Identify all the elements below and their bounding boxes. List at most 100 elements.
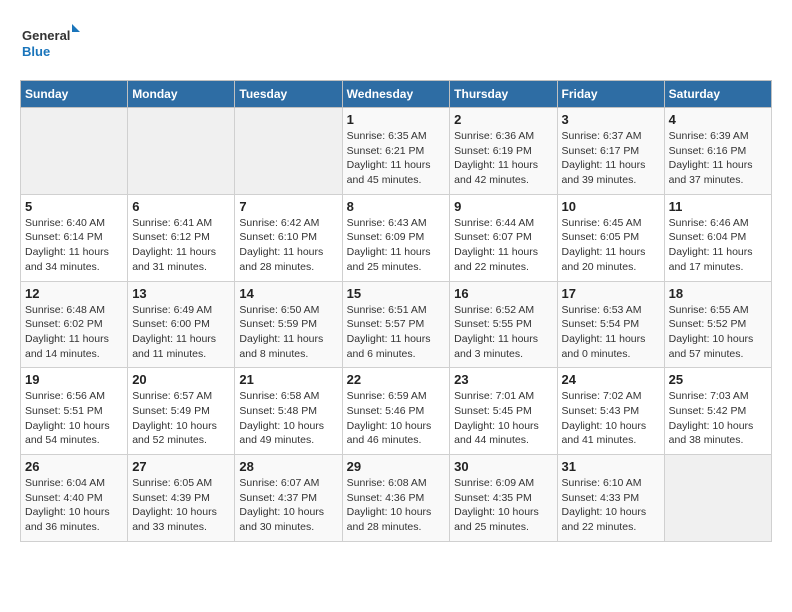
calendar-cell: 13 Sunrise: 6:49 AM Sunset: 6:00 PM Dayli… <box>128 281 235 368</box>
day-info: Sunrise: 6:41 AM Sunset: 6:12 PM Dayligh… <box>132 216 230 275</box>
day-info: Sunrise: 6:36 AM Sunset: 6:19 PM Dayligh… <box>454 129 552 188</box>
day-info: Sunrise: 6:40 AM Sunset: 6:14 PM Dayligh… <box>25 216 123 275</box>
calendar-cell <box>235 108 342 195</box>
day-info: Sunrise: 6:52 AM Sunset: 5:55 PM Dayligh… <box>454 303 552 362</box>
svg-text:General: General <box>22 28 70 43</box>
calendar-cell: 21 Sunrise: 6:58 AM Sunset: 5:48 PM Dayli… <box>235 368 342 455</box>
calendar-cell: 30 Sunrise: 6:09 AM Sunset: 4:35 PM Dayli… <box>450 455 557 542</box>
day-info: Sunrise: 6:59 AM Sunset: 5:46 PM Dayligh… <box>347 389 446 448</box>
day-number: 22 <box>347 372 446 387</box>
weekday-thursday: Thursday <box>450 81 557 108</box>
day-info: Sunrise: 6:35 AM Sunset: 6:21 PM Dayligh… <box>347 129 446 188</box>
day-number: 24 <box>562 372 660 387</box>
weekday-saturday: Saturday <box>664 81 771 108</box>
day-info: Sunrise: 6:44 AM Sunset: 6:07 PM Dayligh… <box>454 216 552 275</box>
calendar-cell: 22 Sunrise: 6:59 AM Sunset: 5:46 PM Dayli… <box>342 368 450 455</box>
day-info: Sunrise: 6:55 AM Sunset: 5:52 PM Dayligh… <box>669 303 767 362</box>
day-info: Sunrise: 6:08 AM Sunset: 4:36 PM Dayligh… <box>347 476 446 535</box>
calendar-cell: 29 Sunrise: 6:08 AM Sunset: 4:36 PM Dayli… <box>342 455 450 542</box>
day-number: 14 <box>239 286 337 301</box>
day-info: Sunrise: 6:49 AM Sunset: 6:00 PM Dayligh… <box>132 303 230 362</box>
calendar-cell: 17Sunrise: 6:53 AM Sunset: 5:54 PM Dayli… <box>557 281 664 368</box>
day-number: 13 <box>132 286 230 301</box>
weekday-sunday: Sunday <box>21 81 128 108</box>
calendar-cell <box>128 108 235 195</box>
logo: General Blue <box>20 20 80 64</box>
svg-text:Blue: Blue <box>22 44 50 59</box>
day-info: Sunrise: 7:03 AM Sunset: 5:42 PM Dayligh… <box>669 389 767 448</box>
calendar-cell: 9 Sunrise: 6:44 AM Sunset: 6:07 PM Daylig… <box>450 194 557 281</box>
day-number: 7 <box>239 199 337 214</box>
weekday-tuesday: Tuesday <box>235 81 342 108</box>
calendar-cell: 8 Sunrise: 6:43 AM Sunset: 6:09 PM Daylig… <box>342 194 450 281</box>
day-info: Sunrise: 6:09 AM Sunset: 4:35 PM Dayligh… <box>454 476 552 535</box>
day-number: 6 <box>132 199 230 214</box>
day-info: Sunrise: 6:42 AM Sunset: 6:10 PM Dayligh… <box>239 216 337 275</box>
day-number: 8 <box>347 199 446 214</box>
day-info: Sunrise: 6:05 AM Sunset: 4:39 PM Dayligh… <box>132 476 230 535</box>
day-info: Sunrise: 6:10 AM Sunset: 4:33 PM Dayligh… <box>562 476 660 535</box>
day-number: 28 <box>239 459 337 474</box>
calendar-cell: 26 Sunrise: 6:04 AM Sunset: 4:40 PM Dayli… <box>21 455 128 542</box>
calendar-cell: 25Sunrise: 7:03 AM Sunset: 5:42 PM Dayli… <box>664 368 771 455</box>
calendar-cell <box>21 108 128 195</box>
week-row-5: 26 Sunrise: 6:04 AM Sunset: 4:40 PM Dayli… <box>21 455 772 542</box>
day-number: 29 <box>347 459 446 474</box>
calendar-cell <box>664 455 771 542</box>
day-number: 16 <box>454 286 552 301</box>
calendar-cell: 12 Sunrise: 6:48 AM Sunset: 6:02 PM Dayli… <box>21 281 128 368</box>
day-number: 20 <box>132 372 230 387</box>
weekday-wednesday: Wednesday <box>342 81 450 108</box>
day-number: 1 <box>347 112 446 127</box>
day-info: Sunrise: 6:39 AM Sunset: 6:16 PM Dayligh… <box>669 129 767 188</box>
day-number: 27 <box>132 459 230 474</box>
calendar-cell: 27 Sunrise: 6:05 AM Sunset: 4:39 PM Dayli… <box>128 455 235 542</box>
day-number: 26 <box>25 459 123 474</box>
logo-svg: General Blue <box>20 20 80 64</box>
calendar-cell: 7 Sunrise: 6:42 AM Sunset: 6:10 PM Daylig… <box>235 194 342 281</box>
calendar-cell: 28 Sunrise: 6:07 AM Sunset: 4:37 PM Dayli… <box>235 455 342 542</box>
day-number: 31 <box>562 459 660 474</box>
calendar-cell: 11Sunrise: 6:46 AM Sunset: 6:04 PM Dayli… <box>664 194 771 281</box>
day-number: 9 <box>454 199 552 214</box>
day-number: 18 <box>669 286 767 301</box>
weekday-monday: Monday <box>128 81 235 108</box>
day-number: 4 <box>669 112 767 127</box>
day-number: 19 <box>25 372 123 387</box>
day-info: Sunrise: 6:58 AM Sunset: 5:48 PM Dayligh… <box>239 389 337 448</box>
calendar-cell: 31 Sunrise: 6:10 AM Sunset: 4:33 PM Dayli… <box>557 455 664 542</box>
day-number: 11 <box>669 199 767 214</box>
calendar-cell: 14 Sunrise: 6:50 AM Sunset: 5:59 PM Dayli… <box>235 281 342 368</box>
calendar-cell: 16 Sunrise: 6:52 AM Sunset: 5:55 PM Dayli… <box>450 281 557 368</box>
day-number: 10 <box>562 199 660 214</box>
page-header: General Blue <box>20 20 772 64</box>
day-number: 21 <box>239 372 337 387</box>
calendar-cell: 1 Sunrise: 6:35 AM Sunset: 6:21 PM Daylig… <box>342 108 450 195</box>
calendar-cell: 10Sunrise: 6:45 AM Sunset: 6:05 PM Dayli… <box>557 194 664 281</box>
day-number: 2 <box>454 112 552 127</box>
day-info: Sunrise: 6:07 AM Sunset: 4:37 PM Dayligh… <box>239 476 337 535</box>
calendar-cell: 5Sunrise: 6:40 AM Sunset: 6:14 PM Daylig… <box>21 194 128 281</box>
calendar-cell: 15Sunrise: 6:51 AM Sunset: 5:57 PM Dayli… <box>342 281 450 368</box>
week-row-4: 19 Sunrise: 6:56 AM Sunset: 5:51 PM Dayli… <box>21 368 772 455</box>
day-info: Sunrise: 6:37 AM Sunset: 6:17 PM Dayligh… <box>562 129 660 188</box>
day-info: Sunrise: 6:56 AM Sunset: 5:51 PM Dayligh… <box>25 389 123 448</box>
week-row-2: 5Sunrise: 6:40 AM Sunset: 6:14 PM Daylig… <box>21 194 772 281</box>
calendar-cell: 19 Sunrise: 6:56 AM Sunset: 5:51 PM Dayli… <box>21 368 128 455</box>
day-info: Sunrise: 6:51 AM Sunset: 5:57 PM Dayligh… <box>347 303 446 362</box>
day-number: 30 <box>454 459 552 474</box>
day-number: 12 <box>25 286 123 301</box>
calendar-cell: 23Sunrise: 7:01 AM Sunset: 5:45 PM Dayli… <box>450 368 557 455</box>
day-info: Sunrise: 6:04 AM Sunset: 4:40 PM Dayligh… <box>25 476 123 535</box>
calendar-cell: 6 Sunrise: 6:41 AM Sunset: 6:12 PM Daylig… <box>128 194 235 281</box>
day-info: Sunrise: 6:50 AM Sunset: 5:59 PM Dayligh… <box>239 303 337 362</box>
calendar-cell: 3Sunrise: 6:37 AM Sunset: 6:17 PM Daylig… <box>557 108 664 195</box>
week-row-1: 1 Sunrise: 6:35 AM Sunset: 6:21 PM Daylig… <box>21 108 772 195</box>
day-info: Sunrise: 6:48 AM Sunset: 6:02 PM Dayligh… <box>25 303 123 362</box>
calendar-table: SundayMondayTuesdayWednesdayThursdayFrid… <box>20 80 772 542</box>
calendar-cell: 2 Sunrise: 6:36 AM Sunset: 6:19 PM Daylig… <box>450 108 557 195</box>
calendar-cell: 18 Sunrise: 6:55 AM Sunset: 5:52 PM Dayli… <box>664 281 771 368</box>
day-info: Sunrise: 7:02 AM Sunset: 5:43 PM Dayligh… <box>562 389 660 448</box>
weekday-header-row: SundayMondayTuesdayWednesdayThursdayFrid… <box>21 81 772 108</box>
day-info: Sunrise: 6:43 AM Sunset: 6:09 PM Dayligh… <box>347 216 446 275</box>
